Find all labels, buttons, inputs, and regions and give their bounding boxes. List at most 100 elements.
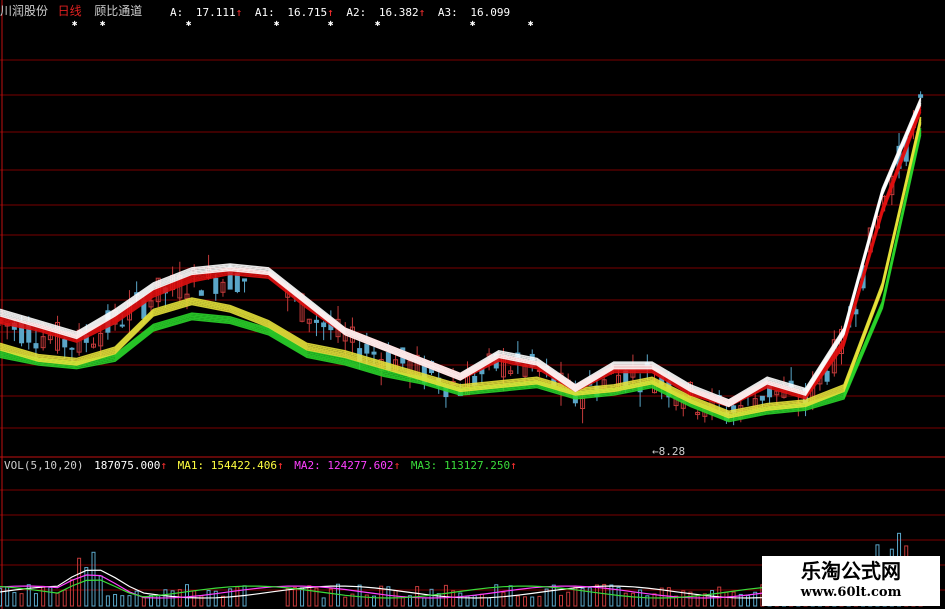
volume-bar — [55, 592, 60, 607]
candle-body — [313, 319, 319, 323]
vol-arrow: ↑ — [160, 459, 167, 472]
price-pane-header: 川润股份 日线 顾比通道 — [0, 4, 142, 19]
header-marker-icon: ✱ — [72, 19, 78, 29]
volume-bar — [307, 585, 312, 607]
candle-body — [198, 290, 204, 296]
volume-bar — [285, 588, 290, 607]
vol-ma1-label: MA1: — [177, 459, 205, 472]
vol-value: 187075.000 — [94, 459, 161, 472]
volume-bar — [443, 584, 448, 607]
candle-body — [234, 272, 240, 292]
header-marker-icon: ✱ — [100, 19, 106, 29]
series-line-a1 — [0, 110, 922, 406]
volume-bar — [523, 596, 528, 607]
series-line-a2 — [0, 116, 922, 413]
candle-body — [371, 351, 377, 355]
a-label: A: — [170, 6, 184, 19]
vol-ma1-arrow: ↑ — [276, 459, 284, 472]
series-line-a1 — [0, 105, 922, 401]
indicator-name[interactable]: 顾比通道 — [94, 4, 142, 18]
volume-bar — [0, 588, 2, 607]
vol-ma2-arrow: ↑ — [393, 459, 401, 472]
series-line-a — [0, 99, 922, 403]
volume-bar — [192, 590, 197, 607]
volume-bar — [566, 591, 571, 607]
volume-bar — [537, 595, 542, 607]
candle-body — [33, 343, 39, 349]
volume-bar — [127, 595, 132, 607]
a1-label: A1: — [254, 6, 275, 19]
series-line-a3 — [0, 128, 922, 416]
volume-bar — [343, 596, 348, 607]
volume-bar — [91, 551, 96, 607]
watermark-url: www.60lt.com — [800, 585, 902, 600]
volume-bar — [69, 579, 74, 607]
volume-bar — [501, 591, 506, 607]
volume-bar — [321, 597, 326, 607]
volume-bar — [623, 592, 628, 607]
a-value: 17.111 — [195, 6, 236, 19]
header-marker-icon: ✱ — [274, 19, 280, 29]
candle-body — [321, 322, 327, 328]
volume-bar — [185, 584, 189, 607]
volume-bar — [551, 584, 556, 607]
vol-ma2-value: 124277.602 — [327, 459, 394, 472]
gubi-channel-chart[interactable]: ✱ ✱ ✱ ✱ ✱ ✱ ✱ ✱ — [0, 0, 945, 609]
volume-bar — [731, 591, 736, 607]
volume-bar — [458, 592, 463, 607]
volume-bar — [336, 583, 341, 607]
volume-bar — [113, 593, 118, 607]
series-line-a1 — [0, 106, 922, 403]
candle-body — [759, 395, 765, 401]
series-line-a1 — [0, 111, 922, 408]
series-line-a — [0, 104, 922, 408]
volume-bar — [328, 588, 333, 607]
vol-indicator-name[interactable]: VOL(5,10,20) — [4, 459, 83, 472]
candle-body — [213, 277, 219, 294]
candle-body — [824, 370, 830, 382]
candle-body — [62, 339, 68, 348]
vol-ma3-value: 113127.250 — [443, 459, 511, 472]
volume-bar — [41, 585, 46, 607]
volume-bar — [515, 595, 520, 607]
volume-bar — [300, 587, 305, 607]
series-line-a1 — [0, 108, 922, 405]
volume-bar — [120, 595, 125, 607]
volume-bar — [156, 595, 161, 607]
series-line-a2 — [0, 121, 922, 417]
low-price-label: 8.28 — [658, 445, 686, 458]
a1-arrow: ↑ — [327, 6, 334, 19]
low-arrow-icon: ← — [652, 445, 659, 458]
volume-bar — [746, 595, 750, 607]
vol-ma2-label: MA2: — [294, 459, 321, 472]
volume-bar — [494, 584, 499, 607]
a2-arrow: ↑ — [418, 6, 426, 19]
volume-bar — [105, 595, 110, 607]
series-line-a — [0, 100, 922, 405]
watermark: 乐淘公式网 www.60lt.com — [762, 556, 940, 606]
candle-body — [69, 347, 75, 350]
vol-ma3-arrow: ↑ — [510, 459, 517, 472]
low-price-annotation: ←8.28 — [652, 445, 685, 459]
volume-bar — [472, 594, 477, 607]
a-arrow: ↑ — [235, 6, 243, 19]
volume-bar — [530, 596, 535, 607]
volume-bar — [19, 593, 24, 607]
period-label[interactable]: 日线 — [58, 4, 82, 18]
header-marker-icon: ✱ — [328, 19, 334, 29]
volume-bar — [724, 591, 729, 607]
candle-body — [364, 343, 370, 354]
volume-bar — [487, 597, 492, 607]
series-line-a — [0, 97, 922, 401]
vol-ma1-value: 154422.406 — [210, 459, 277, 472]
volume-bar — [652, 593, 657, 607]
a2-value: 16.382 — [378, 6, 419, 19]
volume-bar — [659, 587, 664, 607]
volume-bar — [609, 584, 614, 607]
candle-body — [119, 324, 125, 327]
stock-name: 川润股份 — [0, 4, 49, 18]
a1-value: 16.715 — [287, 6, 328, 19]
volume-bar — [422, 597, 427, 607]
volume-bar — [33, 593, 38, 607]
stock-chart-window: ✱ ✱ ✱ ✱ ✱ ✱ ✱ ✱ 川润股份 日线 顾比通道 A: 17.111↑ A1: 16.… — [0, 0, 945, 609]
